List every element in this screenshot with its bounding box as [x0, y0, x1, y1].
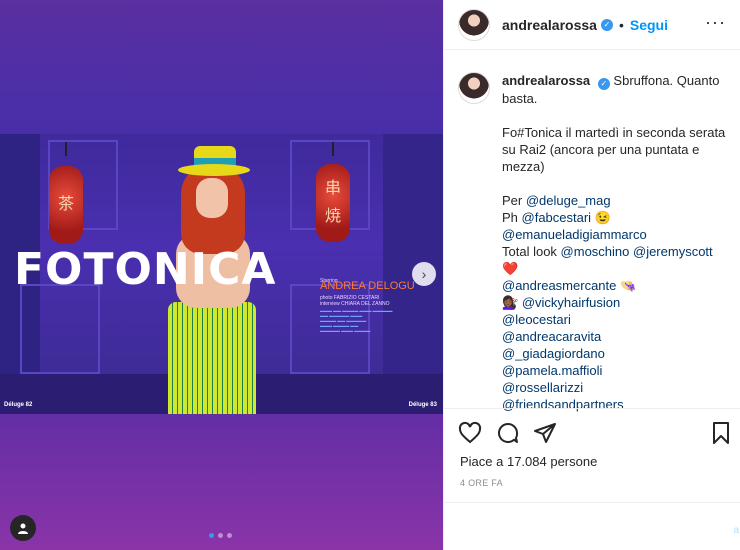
- mention-link[interactable]: @rossellarizzi: [502, 380, 583, 395]
- follow-button[interactable]: Segui: [630, 17, 668, 33]
- caption-text: Fo#Tonica il martedì in seconda serata s…: [502, 124, 726, 174]
- model-face: [196, 178, 228, 218]
- instagram-post-modal: 茶 串 焼 FOTONICA Starring ANDREA DELOGU ph…: [0, 0, 740, 550]
- mention-link[interactable]: @emanueladigiammarco: [502, 227, 647, 242]
- lantern-glyph: 茶: [57, 194, 74, 213]
- credit-prefix: 💇🏾‍♀️: [502, 294, 522, 310]
- header-separator: •: [618, 16, 624, 33]
- mention-link[interactable]: @andreacaravita: [502, 329, 601, 344]
- fine-print-credits: ▬▬▬ ▬▬ ▬▬▬▬ ▬▬▬ ▬▬▬▬▬ ▬▬ ▬▬▬▬▬ ▬▬▬ ▬▬▬▬ ▬▬…: [320, 308, 393, 333]
- mention-link[interactable]: @deluge_mag: [526, 193, 611, 208]
- author-avatar[interactable]: [458, 8, 490, 41]
- comment-icon[interactable]: [496, 421, 520, 445]
- credit-line: 💇🏾‍♀️ @vickyhairfusion: [502, 294, 732, 311]
- carousel-dot: [218, 533, 223, 538]
- mention-link[interactable]: @_giadagiordano: [502, 346, 605, 361]
- page-number-left: Déluge 82: [4, 402, 33, 408]
- page-number-right: Déluge 83: [408, 402, 437, 408]
- mention-link[interactable]: @leocestari: [502, 312, 571, 327]
- credit-line: Per @deluge_mag: [502, 192, 732, 209]
- credit-suffix: 👒: [616, 277, 637, 293]
- magazine-spread-image: 茶 串 焼 FOTONICA Starring ANDREA DELOGU ph…: [0, 134, 443, 414]
- carousel-indicator: [209, 533, 232, 538]
- credit-line: @pamela.maffioli: [502, 362, 732, 379]
- mention-link[interactable]: @vickyhairfusion: [522, 295, 620, 310]
- share-icon[interactable]: [533, 421, 557, 445]
- credit-prefix: Per: [502, 192, 526, 208]
- post-header: andrealarossa ✓ • Segui: [444, 0, 740, 50]
- lantern-glyph: 串: [324, 178, 341, 197]
- caption-comment: andrealarossa ✓ Sbruffona. Quanto basta.…: [458, 72, 740, 413]
- model-pants: [168, 302, 256, 414]
- lantern-left: 茶: [49, 166, 83, 244]
- action-bar: [444, 408, 740, 448]
- credit-line: @_giadagiordano: [502, 345, 732, 362]
- lantern-string: [65, 142, 67, 156]
- mention-link[interactable]: @andreasmercante: [502, 278, 616, 293]
- lantern-glyph: 焼: [324, 206, 341, 225]
- carousel-dot: [227, 533, 232, 538]
- chevron-right-icon: ›: [421, 266, 427, 282]
- wall-panel: [20, 284, 100, 374]
- author-username[interactable]: andrealarossa: [502, 17, 597, 33]
- post-sidebar: andrealarossa ✓ • Segui ··· andrealaross…: [443, 0, 740, 550]
- credit-suffix: 😉: [591, 209, 611, 225]
- interview-credit: interview CHIARA DEL ZANNO: [320, 301, 390, 307]
- bookmark-icon[interactable]: [709, 421, 733, 445]
- verified-badge-icon: ✓: [597, 77, 610, 90]
- caption-username[interactable]: andrealarossa: [502, 73, 590, 88]
- verified-badge-icon: ✓: [600, 18, 613, 31]
- mention-link[interactable]: @pamela.maffioli: [502, 363, 602, 378]
- lantern-right: 串 焼: [316, 164, 350, 242]
- mention-link[interactable]: @fabcestari: [522, 210, 592, 225]
- more-options-icon[interactable]: ···: [705, 12, 726, 33]
- heart-icon[interactable]: [458, 421, 482, 445]
- model-hat-brim: [178, 164, 250, 176]
- credit-line: Total look @moschino @jeremyscott ❤️: [502, 243, 732, 277]
- caption-body: andrealarossa ✓ Sbruffona. Quanto basta.…: [502, 72, 732, 413]
- carousel-next-button[interactable]: ›: [412, 262, 436, 286]
- lantern-string: [332, 142, 334, 156]
- credit-line: Ph @fabcestari 😉: [502, 209, 732, 226]
- carousel-dot: [209, 533, 214, 538]
- credit-line: @emanueladigiammarco: [502, 226, 732, 243]
- post-timestamp[interactable]: 4 ORE FA: [460, 478, 503, 488]
- caption-first-line: andrealarossa ✓ Sbruffona. Quanto basta.: [502, 72, 732, 107]
- magazine-headline: FOTONICA: [14, 244, 277, 295]
- credit-prefix: Total look: [502, 243, 561, 259]
- starring-name: ANDREA DELOGU: [320, 280, 415, 292]
- credit-line: @leocestari: [502, 311, 732, 328]
- user-icon: [18, 523, 28, 534]
- post-media[interactable]: 茶 串 焼 FOTONICA Starring ANDREA DELOGU ph…: [0, 0, 443, 550]
- author-avatar[interactable]: [458, 72, 490, 104]
- credit-line: @andreasmercante 👒: [502, 277, 732, 294]
- credit-line: @andreacaravita: [502, 328, 732, 345]
- credit-prefix: Ph: [502, 209, 522, 225]
- post-comment-hint[interactable]: a: [733, 525, 739, 536]
- credit-line: @rossellarizzi: [502, 379, 732, 396]
- add-comment-bar[interactable]: a: [444, 502, 740, 550]
- credit-suffix: ❤️: [502, 260, 519, 276]
- tagged-users-button[interactable]: [10, 515, 36, 541]
- likes-count[interactable]: Piace a 17.084 persone: [460, 454, 597, 469]
- mention-link[interactable]: @moschino @jeremyscott: [561, 244, 713, 259]
